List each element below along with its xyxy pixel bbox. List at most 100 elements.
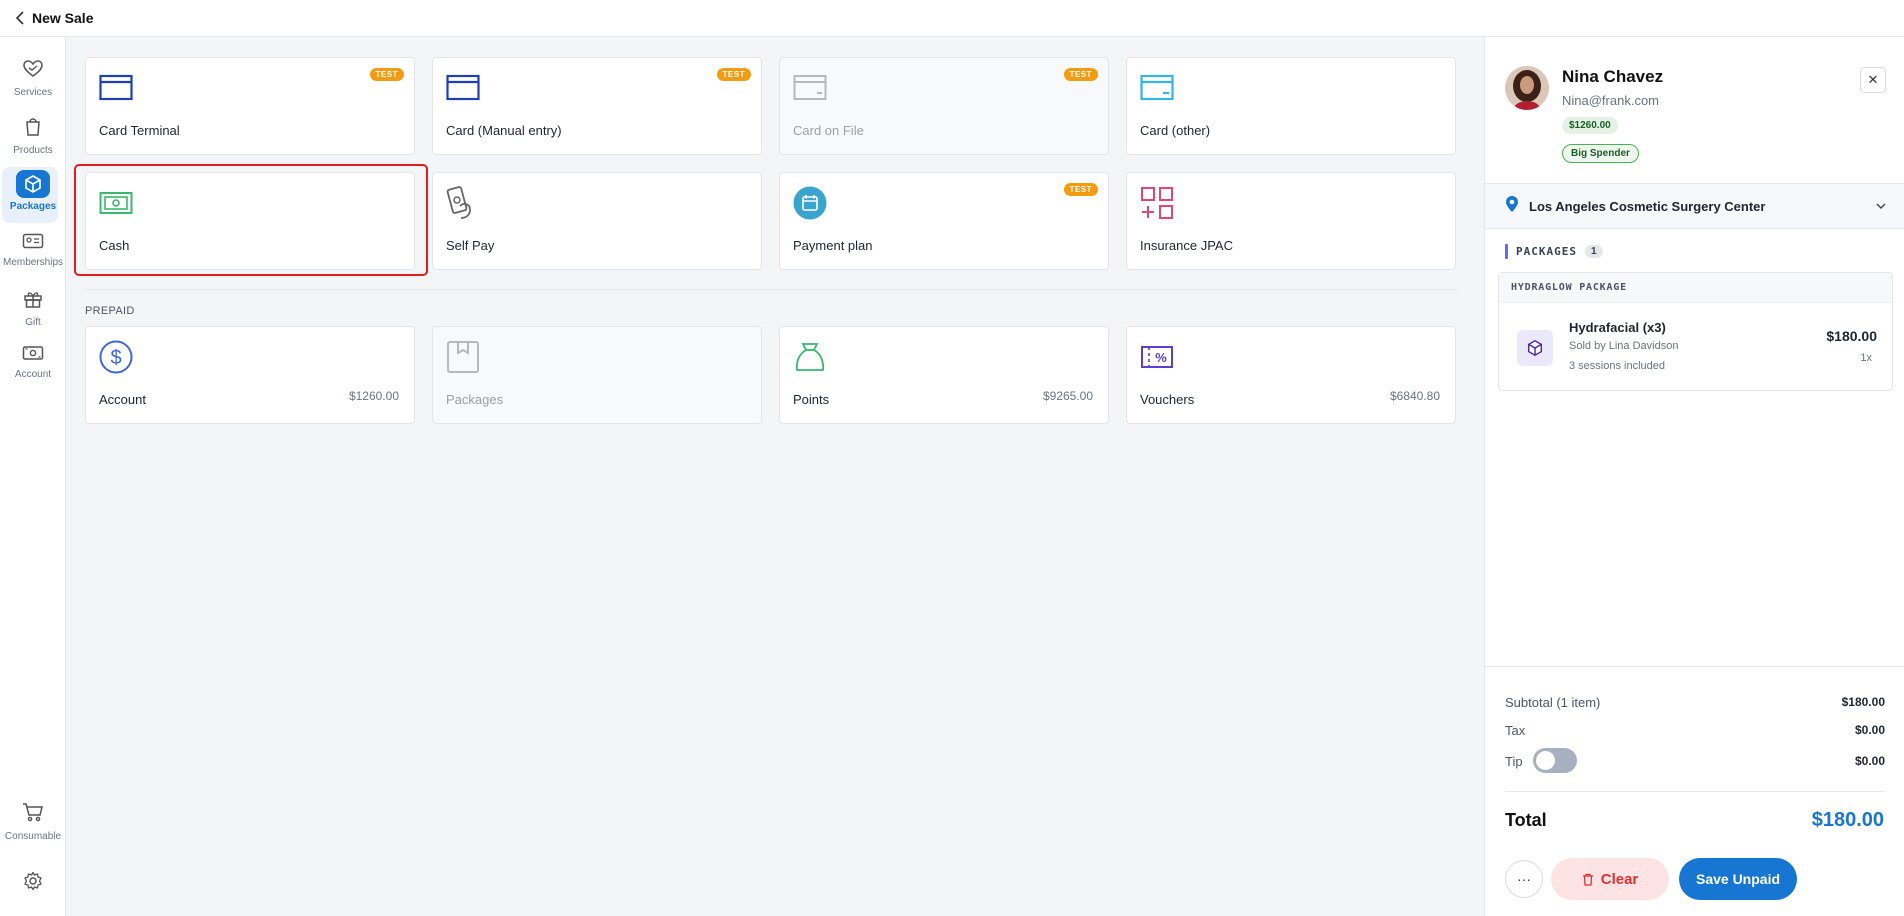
tax-value: $0.00 bbox=[1854, 723, 1885, 737]
subtotal-label: Subtotal (1 item) bbox=[1505, 695, 1601, 710]
payment-card-manual[interactable]: TEST Card (Manual entry) bbox=[432, 57, 762, 155]
payment-plan[interactable]: TEST Payment plan bbox=[779, 172, 1109, 270]
test-badge: TEST bbox=[1063, 183, 1098, 196]
prepaid-label: Packages bbox=[446, 392, 504, 407]
page-title: New Sale bbox=[32, 10, 94, 26]
clear-label: Clear bbox=[1600, 870, 1639, 888]
grid-plus-icon bbox=[1140, 186, 1174, 220]
tip-value: $0.00 bbox=[1854, 754, 1885, 768]
item-price: $180.00 bbox=[1826, 328, 1877, 344]
map-pin-icon bbox=[1505, 195, 1519, 218]
tax-row: Tax $0.00 bbox=[1505, 723, 1885, 738]
voucher-icon: % bbox=[1140, 340, 1174, 374]
payment-self-pay[interactable]: Self Pay bbox=[432, 172, 762, 270]
sidebar-item-label: Products bbox=[13, 145, 53, 156]
subtotal-value: $180.00 bbox=[1841, 695, 1885, 709]
credit-card-icon bbox=[99, 71, 133, 105]
prepaid-amount: $1260.00 bbox=[348, 389, 399, 403]
cart-package[interactable]: HYDRAGLOW PACKAGE Hydrafacial (x3) Sold … bbox=[1498, 272, 1893, 391]
close-customer-button[interactable]: ✕ bbox=[1860, 67, 1886, 93]
checkout-panel: Nina Chavez Nina@frank.com $1260.00 Big … bbox=[1484, 37, 1904, 916]
bag-icon bbox=[23, 115, 43, 142]
payment-label: Payment plan bbox=[793, 238, 873, 253]
back-chevron-icon[interactable] bbox=[10, 8, 30, 28]
tip-toggle[interactable] bbox=[1533, 748, 1577, 773]
box-icon bbox=[16, 170, 50, 198]
prepaid-label: Points bbox=[793, 392, 830, 407]
cart-section-header: PACKAGES 1 bbox=[1505, 244, 1603, 259]
customer-tag-badge: Big Spender bbox=[1562, 144, 1639, 163]
gear-icon bbox=[23, 871, 43, 896]
payment-label: Card on File bbox=[793, 123, 864, 138]
section-accent bbox=[1505, 244, 1508, 259]
prepaid-label: Vouchers bbox=[1140, 392, 1195, 407]
money-bag-icon bbox=[793, 340, 827, 374]
cart-count-badge: 1 bbox=[1584, 245, 1603, 258]
clear-button[interactable]: Clear bbox=[1551, 858, 1669, 900]
chevron-down-icon bbox=[1875, 199, 1887, 217]
payment-card-on-file: TEST Card on File bbox=[779, 57, 1109, 155]
calendar-icon bbox=[793, 186, 827, 220]
test-badge: TEST bbox=[369, 68, 404, 81]
item-quantity: 1x bbox=[1860, 352, 1872, 364]
payment-card-terminal[interactable]: TEST Card Terminal bbox=[85, 57, 415, 155]
item-name: Hydrafacial (x3) bbox=[1569, 320, 1666, 335]
credit-card-icon bbox=[793, 71, 827, 105]
location-selector[interactable]: Los Angeles Cosmetic Surgery Center bbox=[1485, 183, 1904, 229]
sidebar-item-products[interactable]: Products bbox=[0, 115, 66, 156]
top-bar: New Sale bbox=[0, 0, 1904, 37]
sidebar-item-consumable[interactable]: Consumable bbox=[0, 801, 66, 842]
avatar bbox=[1505, 66, 1549, 110]
prepaid-amount: $9265.00 bbox=[1042, 389, 1093, 403]
total-divider bbox=[1505, 791, 1885, 792]
prepaid-points[interactable]: Points $9265.00 bbox=[779, 326, 1109, 424]
prepaid-vouchers[interactable]: % Vouchers $6840.80 bbox=[1126, 326, 1456, 424]
test-badge: TEST bbox=[1063, 68, 1098, 81]
prepaid-label: Account bbox=[99, 392, 146, 407]
customer-name: Nina Chavez bbox=[1562, 67, 1664, 86]
total-value: $180.00 bbox=[1811, 809, 1884, 831]
sidebar: Services Products Packages Memberships G… bbox=[0, 37, 66, 916]
hand-card-icon bbox=[446, 186, 480, 220]
card-id-icon bbox=[22, 233, 44, 254]
prepaid-packages: Packages bbox=[432, 326, 762, 424]
more-options-button[interactable]: ··· bbox=[1505, 860, 1543, 898]
payment-label: Card (Manual entry) bbox=[446, 123, 562, 138]
payment-insurance[interactable]: Insurance JPAC bbox=[1126, 172, 1456, 270]
sidebar-item-account[interactable]: Account bbox=[0, 345, 66, 380]
sidebar-item-label: Gift bbox=[25, 317, 41, 328]
prepaid-account[interactable]: $ Account $1260.00 bbox=[85, 326, 415, 424]
test-badge: TEST bbox=[716, 68, 751, 81]
cart-section-label: PACKAGES bbox=[1516, 245, 1577, 258]
payment-label: Insurance JPAC bbox=[1140, 238, 1233, 253]
save-unpaid-button[interactable]: Save Unpaid bbox=[1679, 858, 1797, 900]
sidebar-item-gift[interactable]: Gift bbox=[0, 289, 66, 328]
sidebar-item-label: Packages bbox=[9, 201, 57, 212]
banknote-icon bbox=[99, 186, 133, 220]
cart-icon bbox=[21, 801, 45, 828]
payment-cash[interactable]: Cash bbox=[85, 172, 415, 270]
credit-card-icon bbox=[1140, 71, 1174, 105]
divider bbox=[85, 289, 1457, 290]
customer-balance-badge: $1260.00 bbox=[1562, 117, 1618, 134]
sidebar-item-memberships[interactable]: Memberships bbox=[0, 233, 66, 268]
subtotal-row: Subtotal (1 item) $180.00 bbox=[1505, 695, 1885, 710]
sidebar-item-packages[interactable]: Packages bbox=[0, 167, 66, 223]
prepaid-amount: $6840.80 bbox=[1389, 389, 1440, 403]
gift-icon bbox=[23, 289, 43, 314]
summary-divider bbox=[1485, 666, 1904, 667]
heart-hand-icon bbox=[22, 59, 44, 84]
sidebar-item-label: Account bbox=[14, 369, 52, 380]
payment-label: Card (other) bbox=[1140, 123, 1211, 138]
settings-button[interactable] bbox=[0, 871, 66, 896]
sidebar-item-label: Services bbox=[13, 87, 53, 98]
payment-card-other[interactable]: Card (other) bbox=[1126, 57, 1456, 155]
package-name: HYDRAGLOW PACKAGE bbox=[1499, 273, 1892, 303]
trash-icon bbox=[1582, 873, 1594, 886]
svg-text:$: $ bbox=[110, 347, 121, 369]
package-icon bbox=[446, 340, 480, 374]
svg-text:%: % bbox=[1155, 350, 1167, 365]
sidebar-item-services[interactable]: Services bbox=[0, 59, 66, 98]
item-sold-by: Sold by Lina Davidson bbox=[1569, 340, 1679, 352]
total-label: Total bbox=[1505, 810, 1547, 830]
